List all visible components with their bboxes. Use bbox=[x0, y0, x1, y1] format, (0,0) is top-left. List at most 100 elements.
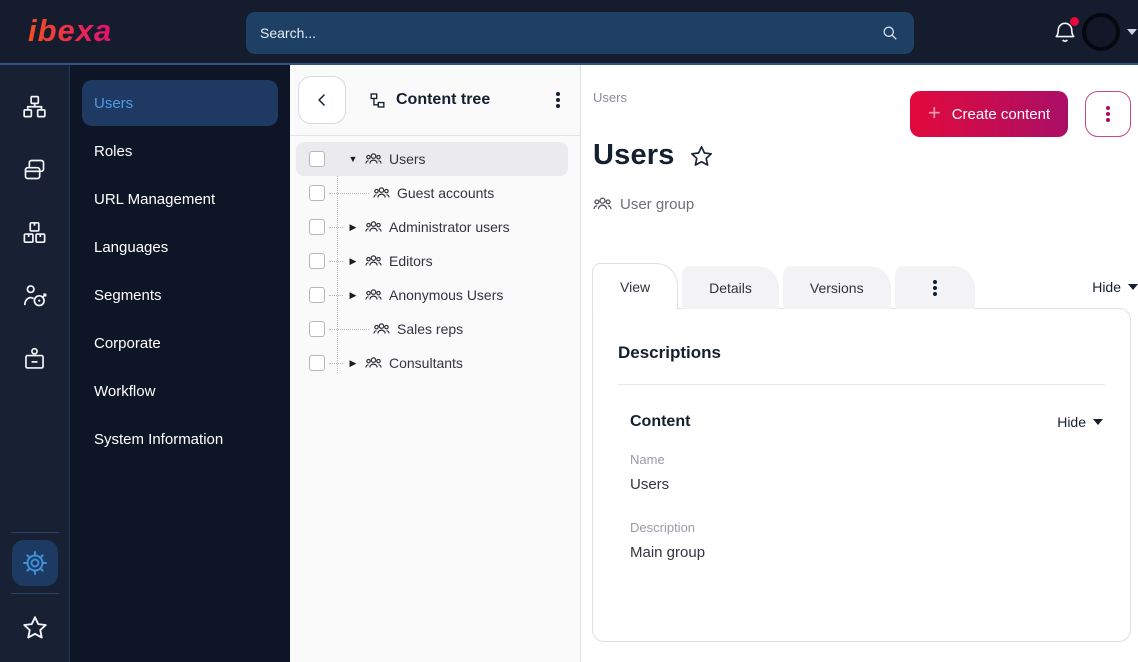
section-divider bbox=[618, 384, 1105, 385]
settings-gear-icon bbox=[22, 551, 47, 575]
content-view-card: Descriptions Content Hide Name Users Des… bbox=[592, 308, 1131, 642]
hide-label: Hide bbox=[1092, 279, 1121, 295]
field-name: Name Users bbox=[630, 452, 1105, 493]
breadcrumb[interactable]: Users bbox=[593, 90, 627, 105]
bookmark-button[interactable] bbox=[688, 143, 715, 170]
tree-options-button[interactable] bbox=[552, 86, 564, 114]
search-input[interactable] bbox=[260, 25, 880, 41]
tree-item-users[interactable]: ▼ Users bbox=[296, 142, 568, 176]
tree-connector-stub bbox=[329, 226, 343, 228]
user-group-icon bbox=[365, 253, 382, 270]
rail-item-corporate[interactable] bbox=[0, 327, 70, 390]
create-content-button[interactable]: + Create content bbox=[910, 91, 1068, 137]
sidebar-item-url-management[interactable]: URL Management bbox=[82, 176, 278, 222]
tree-item-label: Sales reps bbox=[397, 321, 464, 337]
sidebar-item-languages[interactable]: Languages bbox=[82, 224, 278, 270]
kebab-icon bbox=[556, 92, 560, 108]
rail-item-admin-settings[interactable] bbox=[11, 540, 58, 586]
rail-item-content-structure[interactable] bbox=[0, 75, 70, 138]
tree-connector-stub bbox=[329, 362, 343, 364]
tree-checkbox[interactable] bbox=[309, 355, 325, 371]
ibexa-logo[interactable]: ibexa bbox=[28, 13, 112, 49]
sidebar-item-roles[interactable]: Roles bbox=[82, 128, 278, 174]
tree-checkbox[interactable] bbox=[309, 151, 325, 167]
chevron-down-icon bbox=[1127, 29, 1137, 35]
section-title-descriptions: Descriptions bbox=[618, 343, 721, 362]
sidebar-item-segments[interactable]: Segments bbox=[82, 272, 278, 318]
hide-tabs-toggle[interactable]: Hide bbox=[1092, 279, 1138, 295]
caret-collapsed-icon[interactable]: ▶ bbox=[345, 358, 361, 369]
sidebar-item-label: URL Management bbox=[94, 190, 216, 208]
rail-item-personalization[interactable] bbox=[0, 264, 70, 327]
sidebar-item-workflow[interactable]: Workflow bbox=[82, 368, 278, 414]
tab-view[interactable]: View bbox=[592, 263, 679, 310]
tree-item-editors[interactable]: ▶ Editors bbox=[296, 244, 568, 278]
tree-connector-stub bbox=[329, 192, 369, 194]
caret-collapsed-icon[interactable]: ▶ bbox=[345, 290, 361, 301]
main-content: Users + Create content Users User group … bbox=[581, 65, 1138, 662]
content-type-badge: User group bbox=[593, 195, 694, 214]
content-tree-header: Content tree bbox=[290, 65, 580, 135]
sidebar-item-label: Roles bbox=[94, 142, 133, 160]
content-tree-list: ▼ Users Guest accounts ▶ Administrator u… bbox=[290, 136, 580, 380]
rail-item-bookmarks[interactable] bbox=[0, 600, 70, 656]
notifications-button[interactable] bbox=[1052, 17, 1080, 47]
tree-item-sales-reps[interactable]: Sales reps bbox=[296, 312, 568, 346]
tree-item-label: Anonymous Users bbox=[389, 287, 504, 303]
sidebar-item-label: Workflow bbox=[94, 382, 156, 400]
tree-checkbox[interactable] bbox=[309, 287, 325, 303]
top-bar: ibexa bbox=[0, 0, 1138, 65]
tree-item-guest-accounts[interactable]: Guest accounts bbox=[296, 176, 568, 210]
tab-more-options[interactable] bbox=[894, 266, 975, 309]
more-options-button[interactable] bbox=[1085, 91, 1131, 137]
content-tree-icon bbox=[370, 92, 385, 108]
content-tree-panel: Content tree ▼ Users Guest accounts ▶ Ad… bbox=[290, 65, 581, 662]
tree-item-administrator-users[interactable]: ▶ Administrator users bbox=[296, 210, 568, 244]
caret-collapsed-icon[interactable]: ▶ bbox=[345, 256, 361, 267]
hide-label: Hide bbox=[1057, 414, 1086, 430]
user-group-icon bbox=[365, 219, 382, 236]
rail-divider-top bbox=[10, 532, 59, 533]
main-nav-rail bbox=[0, 65, 70, 662]
tree-checkbox[interactable] bbox=[309, 219, 325, 235]
search-icon bbox=[883, 26, 897, 40]
tree-item-consultants[interactable]: ▶ Consultants bbox=[296, 346, 568, 380]
field-value: Main group bbox=[630, 544, 706, 561]
sidebar-item-users[interactable]: Users bbox=[82, 80, 278, 126]
user-menu[interactable] bbox=[1082, 13, 1137, 51]
page-title: Users bbox=[593, 139, 675, 171]
sidebar-item-corporate[interactable]: Corporate bbox=[82, 320, 278, 366]
tree-checkbox[interactable] bbox=[309, 253, 325, 269]
tree-item-anonymous-users[interactable]: ▶ Anonymous Users bbox=[296, 278, 568, 312]
caret-collapsed-icon[interactable]: ▶ bbox=[345, 222, 361, 233]
hide-content-toggle[interactable]: Hide bbox=[1057, 414, 1103, 430]
user-group-icon bbox=[593, 195, 612, 214]
field-label: Description bbox=[630, 520, 696, 535]
tree-item-label: Administrator users bbox=[389, 219, 510, 235]
tab-bar: View Details Versions Hide bbox=[592, 262, 1138, 310]
global-search[interactable] bbox=[246, 12, 914, 54]
rail-item-modules[interactable] bbox=[0, 201, 70, 264]
sitemap-icon bbox=[23, 95, 46, 118]
tab-versions[interactable]: Versions bbox=[782, 266, 891, 309]
field-value: Users bbox=[630, 476, 670, 493]
caret-expanded-icon[interactable]: ▼ bbox=[345, 154, 361, 164]
content-type-label: User group bbox=[620, 196, 695, 213]
kebab-icon bbox=[1106, 104, 1110, 124]
sidebar-item-system-information[interactable]: System Information bbox=[82, 416, 278, 462]
admin-menu: Users Roles URL Management Languages Seg… bbox=[70, 65, 290, 662]
collapse-tree-button[interactable] bbox=[298, 76, 346, 124]
tree-checkbox[interactable] bbox=[309, 321, 325, 337]
notification-dot bbox=[1070, 17, 1079, 26]
sidebar-item-label: Languages bbox=[94, 238, 169, 256]
star-outline-icon bbox=[690, 145, 712, 166]
tab-details[interactable]: Details bbox=[682, 266, 779, 309]
content-cards-icon bbox=[24, 159, 45, 180]
avatar[interactable] bbox=[1082, 13, 1120, 51]
rail-item-content-list[interactable] bbox=[0, 138, 70, 201]
tree-checkbox[interactable] bbox=[309, 185, 325, 201]
tree-connector-stub bbox=[329, 260, 343, 262]
tree-connector-stub bbox=[329, 294, 343, 296]
page-title-row: Users bbox=[593, 139, 715, 172]
user-group-icon bbox=[373, 185, 390, 202]
